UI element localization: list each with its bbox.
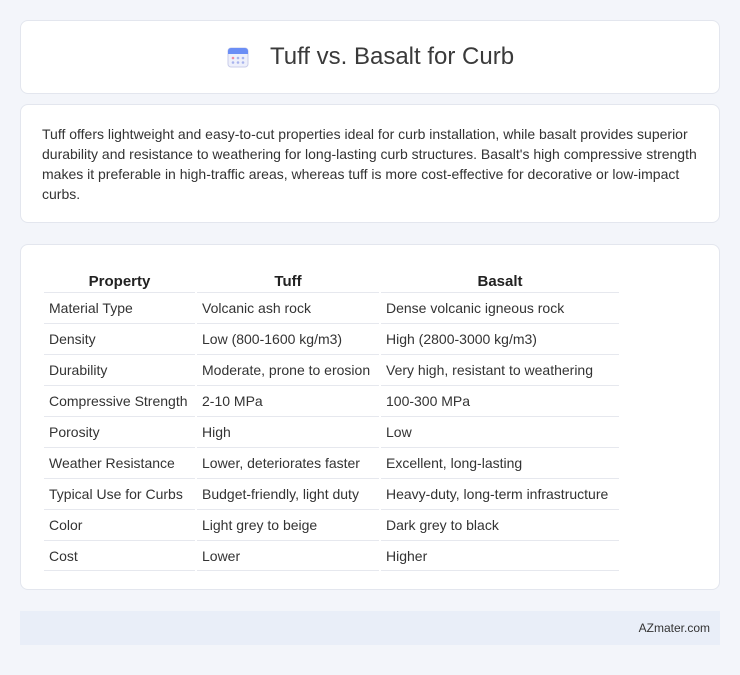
cell-property: Compressive Strength — [44, 385, 195, 416]
cell-basalt: Excellent, long-lasting — [381, 447, 619, 478]
footer-site-link[interactable]: AZmater.com — [639, 621, 710, 635]
header-basalt: Basalt — [477, 273, 523, 290]
summary-text: Tuff offers lightweight and easy-to-cut … — [42, 126, 697, 202]
page-title: Tuff vs. Basalt for Curb — [269, 43, 515, 70]
table-row: Weather Resistance Lower, deteriorates f… — [44, 447, 619, 478]
table-row: Color Light grey to beige Dark grey to b… — [44, 509, 619, 540]
cell-property: Porosity — [44, 416, 195, 447]
cell-basalt: High (2800-3000 kg/m3) — [381, 323, 619, 354]
cell-property: Material Type — [44, 292, 195, 323]
title-wrap: Tuff vs. Basalt for Curb — [226, 43, 514, 71]
calendar-icon — [226, 45, 250, 69]
cell-basalt: Low — [381, 416, 619, 447]
table-row: Porosity High Low — [44, 416, 619, 447]
header-property: Property — [88, 273, 151, 290]
cell-basalt: Very high, resistant to weathering — [381, 354, 619, 385]
cell-tuff: 2-10 MPa — [197, 385, 379, 416]
cell-property: Cost — [44, 540, 195, 571]
cell-tuff: Light grey to beige — [197, 509, 379, 540]
cell-basalt: 100-300 MPa — [381, 385, 619, 416]
cell-property: Weather Resistance — [44, 447, 195, 478]
cell-basalt: Dark grey to black — [381, 509, 619, 540]
cell-property: Color — [44, 509, 195, 540]
comparison-table: Property Tuff Basalt Material Type Volca… — [42, 265, 621, 571]
cell-tuff: Moderate, prone to erosion — [197, 354, 379, 385]
cell-tuff: High — [197, 416, 379, 447]
table-row: Cost Lower Higher — [44, 540, 619, 571]
table-header-row: Property Tuff Basalt — [44, 265, 619, 292]
table-row: Density Low (800-1600 kg/m3) High (2800-… — [44, 323, 619, 354]
cell-property: Durability — [44, 354, 195, 385]
table-row: Typical Use for Curbs Budget-friendly, l… — [44, 478, 619, 509]
table-row: Durability Moderate, prone to erosion Ve… — [44, 354, 619, 385]
cell-property: Typical Use for Curbs — [44, 478, 195, 509]
table-row: Compressive Strength 2-10 MPa 100-300 MP… — [44, 385, 619, 416]
header-tuff: Tuff — [274, 273, 302, 290]
cell-tuff: Lower, deteriorates faster — [197, 447, 379, 478]
cell-basalt: Heavy-duty, long-term infrastructure — [381, 478, 619, 509]
cell-tuff: Low (800-1600 kg/m3) — [197, 323, 379, 354]
header-card: Tuff vs. Basalt for Curb — [20, 20, 720, 94]
cell-basalt: Dense volcanic igneous rock — [381, 292, 619, 323]
cell-tuff: Lower — [197, 540, 379, 571]
cell-property: Density — [44, 323, 195, 354]
cell-tuff: Volcanic ash rock — [197, 292, 379, 323]
cell-tuff: Budget-friendly, light duty — [197, 478, 379, 509]
cell-basalt: Higher — [381, 540, 619, 571]
table-card: Property Tuff Basalt Material Type Volca… — [20, 244, 720, 590]
summary-card: Tuff offers lightweight and easy-to-cut … — [20, 104, 720, 223]
table-row: Material Type Volcanic ash rock Dense vo… — [44, 292, 619, 323]
footer: AZmater.com — [20, 611, 720, 645]
